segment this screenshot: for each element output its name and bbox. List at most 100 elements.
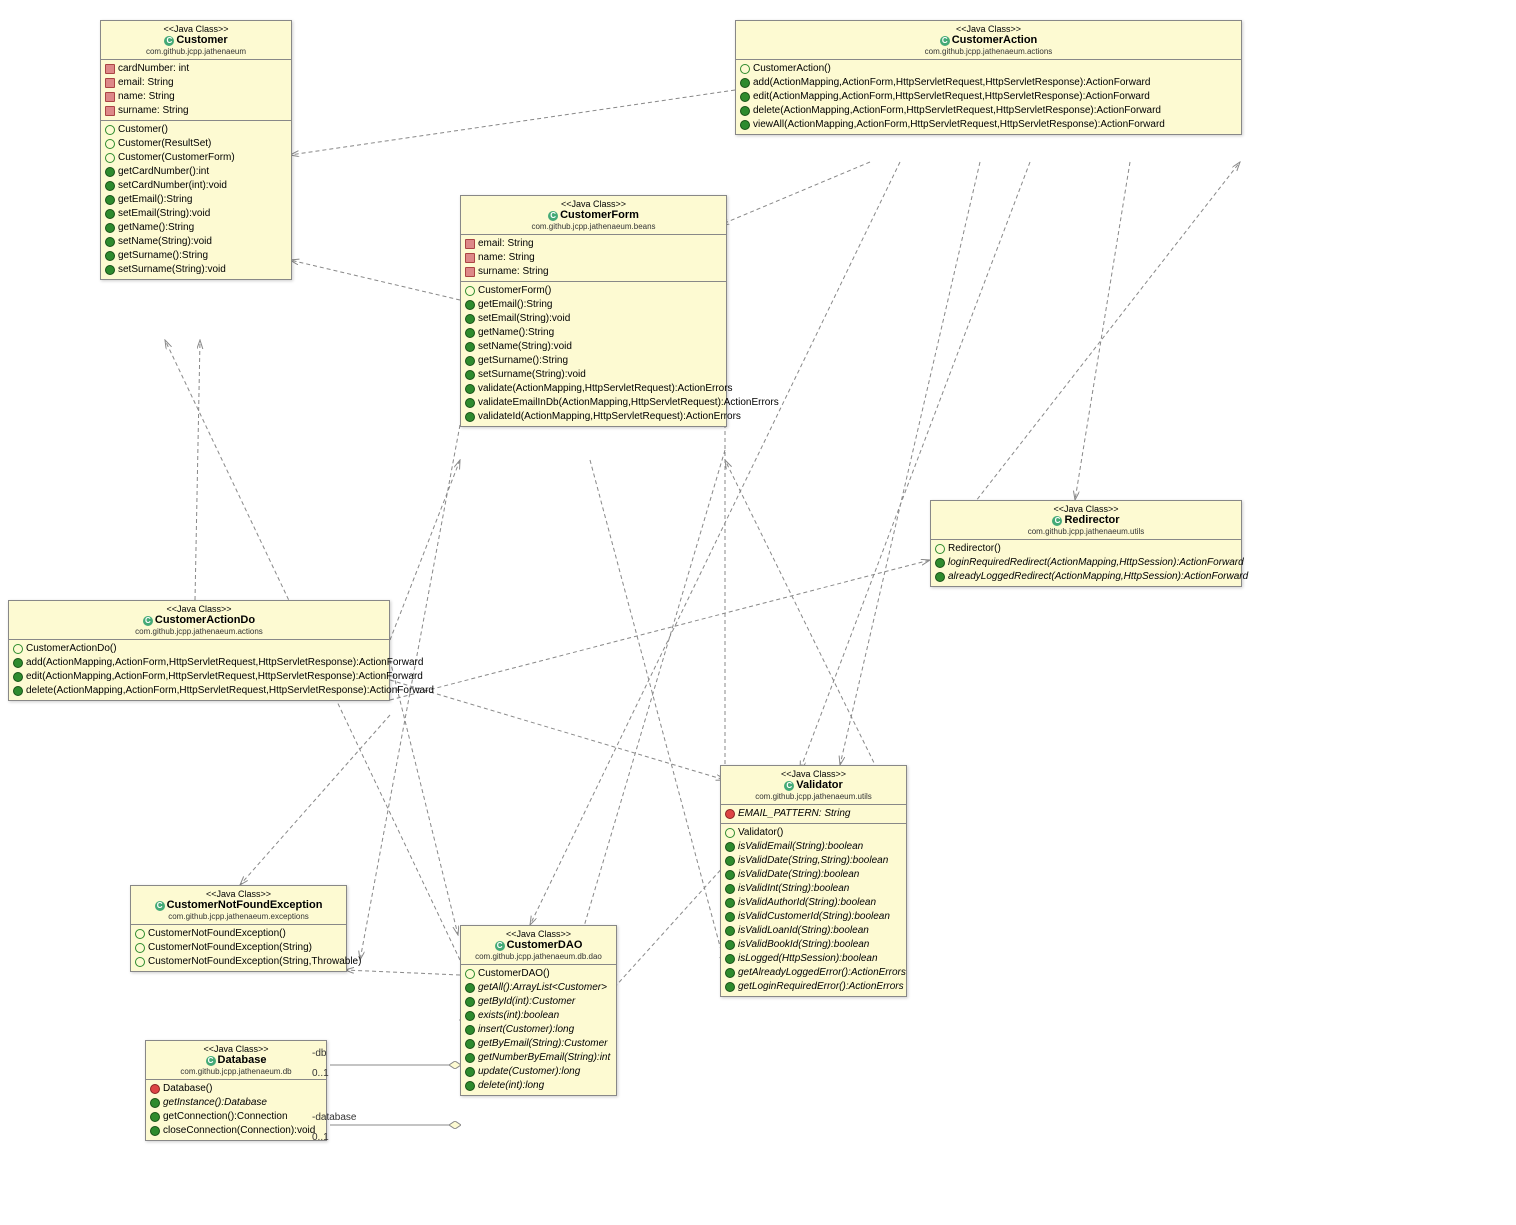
member-row: email: String: [465, 237, 722, 251]
class-header: <<Java Class>> CCustomerDAO com.github.j…: [461, 926, 616, 965]
member-label: Validator(): [738, 827, 783, 839]
green-icon: [13, 672, 23, 682]
member-row: loginRequiredRedirect(ActionMapping,Http…: [935, 556, 1237, 570]
member-label: getByEmail(String):Customer: [478, 1038, 607, 1050]
member-label: isValidBookId(String):boolean: [738, 939, 869, 951]
member-row: closeConnection(Connection):void: [150, 1124, 322, 1138]
green-icon: [105, 209, 115, 219]
member-label: CustomerNotFoundException(String,Throwab…: [148, 956, 361, 968]
member-row: EMAIL_PATTERN: String: [725, 807, 902, 821]
member-label: getConnection():Connection: [163, 1111, 288, 1123]
green-icon: [13, 658, 23, 668]
member-row: getInstance():Database: [150, 1096, 322, 1110]
member-label: edit(ActionMapping,ActionForm,HttpServle…: [26, 671, 423, 683]
member-label: getEmail():String: [478, 299, 552, 311]
member-row: cardNumber: int: [105, 62, 287, 76]
class-customer[interactable]: <<Java Class>> CCustomer com.github.jcpp…: [100, 20, 292, 280]
methods: CustomerActionDo()add(ActionMapping,Acti…: [9, 640, 389, 700]
fields: EMAIL_PATTERN: String: [721, 805, 906, 824]
green-icon: [150, 1098, 160, 1108]
class-customer-action-do[interactable]: <<Java Class>> CCustomerActionDo com.git…: [8, 600, 390, 701]
green-icon: [740, 92, 750, 102]
member-label: getInstance():Database: [163, 1097, 267, 1109]
member-label: CustomerDAO(): [478, 968, 550, 980]
class-customer-dao[interactable]: <<Java Class>> CCustomerDAO com.github.j…: [460, 925, 617, 1096]
member-label: cardNumber: int: [118, 63, 189, 75]
member-label: Database(): [163, 1083, 212, 1095]
green-icon: [465, 412, 475, 422]
green-icon: [465, 370, 475, 380]
member-row: isValidInt(String):boolean: [725, 882, 902, 896]
member-label: CustomerNotFoundException(): [148, 928, 286, 940]
member-row: Validator(): [725, 826, 902, 840]
label-db: -db: [312, 1048, 326, 1059]
class-customer-not-found-exception[interactable]: <<Java Class>> CCustomerNotFoundExceptio…: [130, 885, 347, 972]
green-icon: [105, 167, 115, 177]
ctor-icon: [13, 644, 23, 654]
member-label: getById(int):Customer: [478, 996, 575, 1008]
member-row: getNumberByEmail(String):int: [465, 1051, 612, 1065]
member-row: getName():String: [465, 326, 722, 340]
member-label: validate(ActionMapping,HttpServletReques…: [478, 383, 733, 395]
member-label: setEmail(String):void: [118, 208, 210, 220]
member-label: getCardNumber():int: [118, 166, 209, 178]
class-database[interactable]: <<Java Class>> CDatabase com.github.jcpp…: [145, 1040, 327, 1141]
member-row: setName(String):void: [465, 340, 722, 354]
ctor-icon: [725, 828, 735, 838]
member-row: insert(Customer):long: [465, 1023, 612, 1037]
green-icon: [105, 265, 115, 275]
class-header: <<Java Class>> CRedirector com.github.jc…: [931, 501, 1241, 540]
member-label: getLoginRequiredError():ActionErrors: [738, 981, 904, 993]
methods: Redirector()loginRequiredRedirect(Action…: [931, 540, 1241, 586]
member-label: getAll():ArrayList<Customer>: [478, 982, 607, 994]
member-row: isValidCustomerId(String):boolean: [725, 910, 902, 924]
member-label: delete(int):long: [478, 1080, 544, 1092]
green-icon: [465, 300, 475, 310]
member-row: isValidAuthorId(String):boolean: [725, 896, 902, 910]
class-header: <<Java Class>> CCustomerForm com.github.…: [461, 196, 726, 235]
sq-icon: [105, 78, 115, 88]
member-row: delete(ActionMapping,ActionForm,HttpServ…: [740, 104, 1237, 118]
member-label: getSurname():String: [118, 250, 208, 262]
green-icon: [740, 78, 750, 88]
member-row: add(ActionMapping,ActionForm,HttpServlet…: [13, 656, 385, 670]
member-row: exists(int):boolean: [465, 1009, 612, 1023]
member-label: getName():String: [118, 222, 194, 234]
green-icon: [725, 912, 735, 922]
member-label: setEmail(String):void: [478, 313, 570, 325]
green-icon: [105, 181, 115, 191]
class-validator[interactable]: <<Java Class>> CValidator com.github.jcp…: [720, 765, 907, 997]
class-customer-form[interactable]: <<Java Class>> CCustomerForm com.github.…: [460, 195, 727, 427]
member-row: Redirector(): [935, 542, 1237, 556]
green-icon: [740, 106, 750, 116]
fields: email: Stringname: Stringsurname: String: [461, 235, 726, 282]
member-label: delete(ActionMapping,ActionForm,HttpServ…: [753, 105, 1161, 117]
member-label: edit(ActionMapping,ActionForm,HttpServle…: [753, 91, 1150, 103]
class-redirector[interactable]: <<Java Class>> CRedirector com.github.jc…: [930, 500, 1242, 587]
member-row: CustomerForm(): [465, 284, 722, 298]
member-row: Customer(): [105, 123, 287, 137]
red-icon: [725, 809, 735, 819]
class-header: <<Java Class>> CCustomerAction com.githu…: [736, 21, 1241, 60]
methods: CustomerNotFoundException()CustomerNotFo…: [131, 925, 346, 971]
member-label: setSurname(String):void: [478, 369, 586, 381]
member-row: getName():String: [105, 221, 287, 235]
member-label: alreadyLoggedRedirect(ActionMapping,Http…: [948, 571, 1248, 583]
green-icon: [725, 968, 735, 978]
label-mult-2: 0..1: [312, 1132, 329, 1143]
member-label: setCardNumber(int):void: [118, 180, 227, 192]
member-row: CustomerActionDo(): [13, 642, 385, 656]
member-row: alreadyLoggedRedirect(ActionMapping,Http…: [935, 570, 1237, 584]
member-row: delete(ActionMapping,ActionForm,HttpServ…: [13, 684, 385, 698]
ctor-icon: [105, 125, 115, 135]
methods: CustomerDAO() getAll():ArrayList<Customer…: [461, 965, 616, 1095]
class-header: <<Java Class>> CDatabase com.github.jcpp…: [146, 1041, 326, 1080]
green-icon: [465, 356, 475, 366]
sq-icon: [105, 92, 115, 102]
class-customer-action[interactable]: <<Java Class>> CCustomerAction com.githu…: [735, 20, 1242, 135]
ctor-icon: [935, 544, 945, 554]
member-row: isValidDate(String):boolean: [725, 868, 902, 882]
member-row: isValidBookId(String):boolean: [725, 938, 902, 952]
member-row: getByEmail(String):Customer: [465, 1037, 612, 1051]
green-icon: [725, 954, 735, 964]
